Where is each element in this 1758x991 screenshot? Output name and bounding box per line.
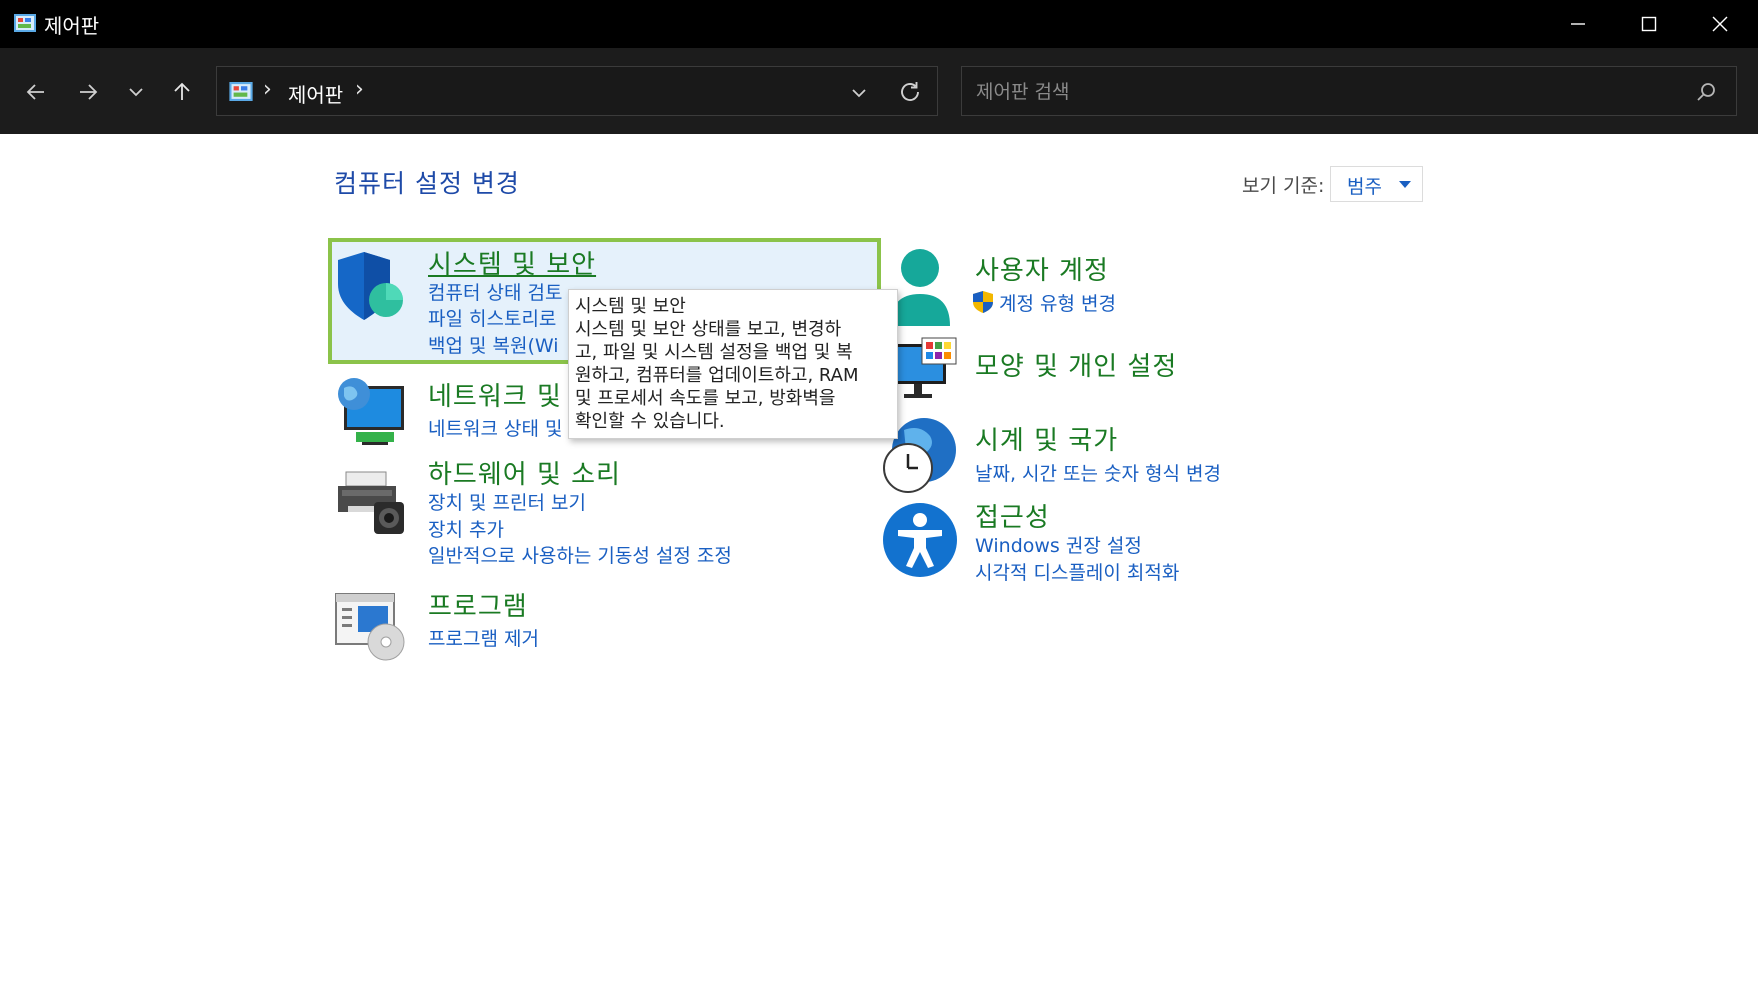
arrow-left-icon <box>26 84 44 100</box>
minimize-button[interactable] <box>1542 0 1612 48</box>
programs-disc-icon <box>335 593 405 661</box>
page-title: 컴퓨터 설정 변경 <box>334 169 520 198</box>
maximize-icon <box>1641 16 1657 32</box>
link-backup-restore[interactable]: 백업 및 복원(Wi <box>428 331 559 358</box>
network-globe-icon <box>338 378 404 445</box>
link-devices-printers[interactable]: 장치 및 프린터 보기 <box>428 488 586 515</box>
up-button[interactable] <box>164 74 200 110</box>
navigation-bar: › 제어판 › <box>0 48 1758 134</box>
link-network-status[interactable]: 네트워크 상태 및 <box>428 414 562 441</box>
maximize-button[interactable] <box>1613 0 1683 48</box>
tooltip-line: 확인할 수 있습니다. <box>575 411 725 432</box>
link-file-history[interactable]: 파일 히스토리로 <box>428 304 556 331</box>
breadcrumb-control-panel[interactable]: 제어판 <box>288 79 343 108</box>
link-review-status[interactable]: 컴퓨터 상태 검토 <box>428 278 562 305</box>
link-optimize-display[interactable]: 시각적 디스플레이 최적화 <box>975 558 1179 585</box>
arrow-up-icon <box>174 82 190 100</box>
category-hardware-sound[interactable]: 하드웨어 및 소리 <box>428 454 621 491</box>
tooltip-system-security: 시스템 및 보안 시스템 및 보안 상태를 보고, 변경하 고, 파일 및 시스… <box>568 289 898 439</box>
link-windows-recommended[interactable]: Windows 권장 설정 <box>975 531 1142 558</box>
uac-shield-icon <box>973 291 993 313</box>
shield-icon <box>338 252 403 320</box>
address-bar[interactable]: › 제어판 › <box>216 66 938 116</box>
link-mobility-settings[interactable]: 일반적으로 사용하는 기동성 설정 조정 <box>428 541 732 568</box>
category-network[interactable]: 네트워크 및 <box>428 376 562 413</box>
chevron-down-icon <box>129 88 143 97</box>
control-panel-icon <box>229 82 253 101</box>
tooltip-line: 고, 파일 및 시스템 설정을 백업 및 복 <box>575 342 853 363</box>
back-button[interactable] <box>18 74 54 110</box>
search-input[interactable] <box>974 77 1678 107</box>
close-icon <box>1712 16 1728 32</box>
link-add-device[interactable]: 장치 추가 <box>428 515 504 542</box>
minimize-icon <box>1571 23 1585 25</box>
accessibility-icon <box>883 503 957 577</box>
link-uninstall-program[interactable]: 프로그램 제거 <box>428 624 539 651</box>
link-change-account-type[interactable]: 계정 유형 변경 <box>999 289 1116 316</box>
view-by-value[interactable]: 범주 <box>1347 172 1382 199</box>
forward-button[interactable] <box>70 74 106 110</box>
category-programs[interactable]: 프로그램 <box>428 586 528 623</box>
arrow-right-icon <box>80 84 98 100</box>
tooltip-line: 원하고, 컴퓨터를 업데이트하고, RAM <box>575 365 859 386</box>
title-bar: 제어판 <box>0 0 1758 48</box>
view-by-label: 보기 기준: <box>1242 175 1325 197</box>
category-user-accounts[interactable]: 사용자 계정 <box>975 250 1109 287</box>
close-button[interactable] <box>1684 0 1754 48</box>
link-date-time-format[interactable]: 날짜, 시간 또는 숫자 형식 변경 <box>975 459 1221 486</box>
window-title: 제어판 <box>44 14 100 38</box>
printer-speaker-icon <box>338 471 404 534</box>
breadcrumb-separator[interactable]: › <box>355 77 364 102</box>
category-clock-region[interactable]: 시계 및 국가 <box>975 420 1118 457</box>
search-icon[interactable] <box>1695 81 1717 103</box>
category-accessibility[interactable]: 접근성 <box>975 497 1050 534</box>
tooltip-line: 시스템 및 보안 <box>575 296 686 317</box>
category-appearance[interactable]: 모양 및 개인 설정 <box>975 346 1177 383</box>
control-panel-icon <box>14 14 36 32</box>
breadcrumb-separator[interactable]: › <box>263 77 272 102</box>
search-box[interactable] <box>961 66 1737 116</box>
recent-locations-button[interactable] <box>118 74 154 110</box>
caret-down-icon <box>1399 181 1411 188</box>
category-system-security[interactable]: 시스템 및 보안 <box>428 244 596 281</box>
tooltip-line: 시스템 및 보안 상태를 보고, 변경하 <box>575 319 842 340</box>
refresh-icon[interactable] <box>897 79 923 105</box>
view-by-dropdown[interactable]: 범주 <box>1330 166 1423 202</box>
tooltip-line: 및 프로세서 속도를 보고, 방화벽을 <box>575 388 836 409</box>
chevron-down-icon[interactable] <box>847 81 871 105</box>
